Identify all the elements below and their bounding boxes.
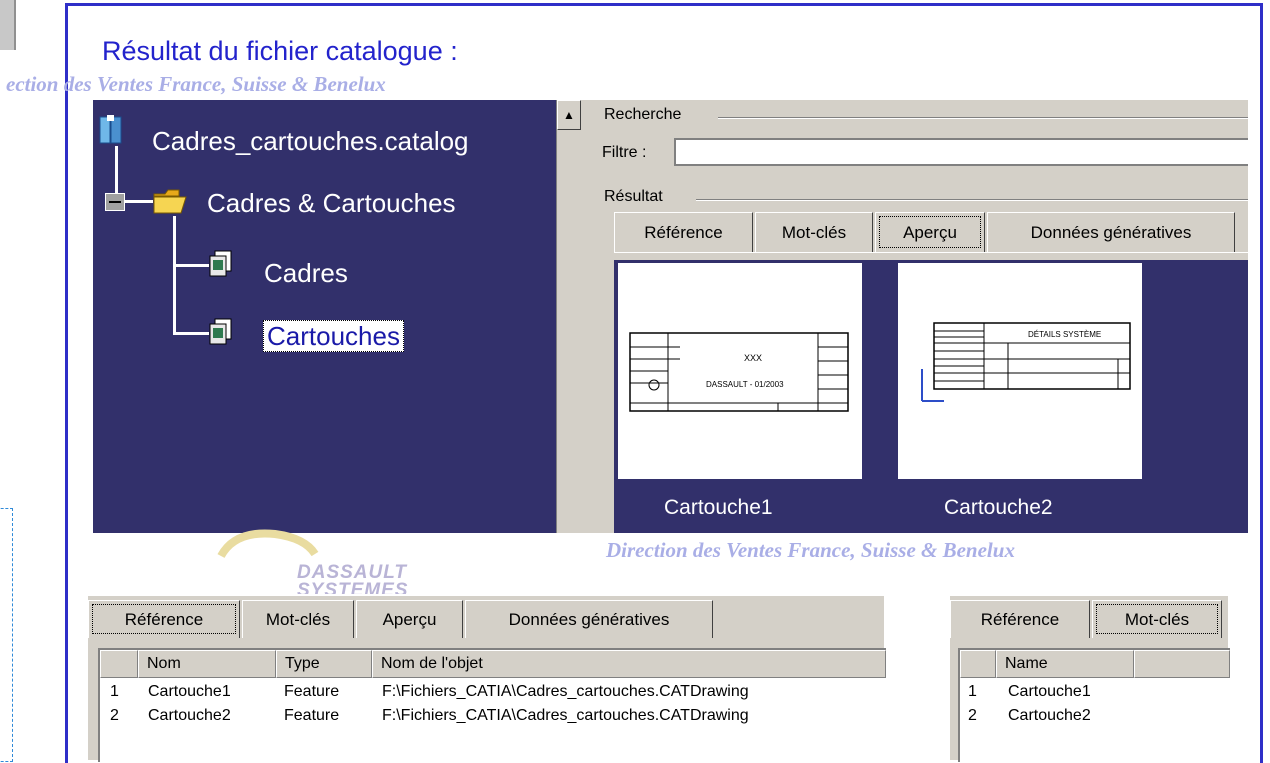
thumb1-title-text: XXX xyxy=(744,353,762,363)
column-header-type[interactable]: Type xyxy=(276,650,372,678)
tab-donnees-generatives[interactable]: Données génératives xyxy=(987,212,1235,252)
table-row[interactable]: 1 Cartouche1 Feature F:\Fichiers_CATIA\C… xyxy=(100,681,886,703)
tree-connector xyxy=(173,216,176,334)
tree-family-cadres[interactable]: Cadres xyxy=(264,258,348,289)
keywords-table-panel: Référence Mot-clés Name 1 Cartouche1 2 C… xyxy=(950,596,1230,762)
reference-table-panel: Référence Mot-clés Aperçu Données généra… xyxy=(88,596,886,762)
scroll-up-arrow-icon[interactable]: ▲ xyxy=(557,100,581,130)
tree-connector xyxy=(173,332,209,335)
tab-mot-cles[interactable]: Mot-clés xyxy=(755,212,873,252)
title-block-drawing-1: XXX DASSAULT - 01/2003 xyxy=(629,332,849,412)
filter-input[interactable] xyxy=(674,138,1248,166)
table-row[interactable]: 2 Cartouche2 xyxy=(960,705,1230,727)
family-icon xyxy=(209,318,232,345)
bottom-right-tabs: Référence Mot-clés xyxy=(950,600,1224,638)
preview-label-2: Cartouche2 xyxy=(944,496,1053,519)
row-type: Feature xyxy=(284,683,340,700)
tree-chapter-label[interactable]: Cadres & Cartouches xyxy=(207,188,456,219)
group-divider xyxy=(718,117,1248,119)
search-result-panel: Recherche Filtre : Résultat Référence Mo… xyxy=(598,100,1248,533)
preview-label-1: Cartouche1 xyxy=(664,496,773,519)
tree-family-cartouches[interactable]: Cartouches xyxy=(263,320,404,352)
tab-donnees-generatives[interactable]: Données génératives xyxy=(465,600,713,638)
column-header-name[interactable]: Name xyxy=(996,650,1134,678)
tab-reference[interactable]: Référence xyxy=(950,600,1090,638)
preview-thumbnail-1[interactable]: XXX DASSAULT - 01/2003 xyxy=(618,263,862,479)
title-block-drawing-2: DÉTAILS SYSTÈME xyxy=(921,322,1131,402)
row-index: 1 xyxy=(110,683,119,700)
tree-root-label[interactable]: Cadres_cartouches.catalog xyxy=(152,126,469,157)
tab-apercu[interactable]: Aperçu xyxy=(875,212,985,252)
row-index: 2 xyxy=(968,707,977,724)
filter-label: Filtre : xyxy=(602,144,647,161)
tab-apercu[interactable]: Aperçu xyxy=(356,600,463,638)
table-row[interactable]: 1 Cartouche1 xyxy=(960,681,1230,703)
thumb2-title-text: DÉTAILS SYSTÈME xyxy=(1028,330,1101,339)
search-group-label: Recherche xyxy=(604,106,682,123)
row-name: Cartouche1 xyxy=(1008,683,1091,700)
dashed-box-edge xyxy=(0,508,13,762)
previous-slide-edge xyxy=(0,0,16,50)
column-header-nom-objet[interactable]: Nom de l'objet xyxy=(372,650,886,678)
tab-mot-cles[interactable]: Mot-clés xyxy=(242,600,354,638)
tree-scrollbar[interactable]: ▲ xyxy=(556,100,583,533)
row-nom: Cartouche1 xyxy=(148,683,231,700)
tree-connector xyxy=(115,146,118,200)
reference-table: Nom Type Nom de l'objet 1 Cartouche1 Fea… xyxy=(98,648,886,762)
slide-title: Résultat du fichier catalogue : xyxy=(102,36,458,66)
catalog-tree-panel: Cadres_cartouches.catalog Cadres & Carto… xyxy=(93,100,556,533)
tab-reference[interactable]: Référence xyxy=(614,212,753,252)
watermark-middle: Direction des Ventes France, Suisse & Be… xyxy=(606,538,1015,562)
bottom-left-tabs: Référence Mot-clés Aperçu Données généra… xyxy=(88,600,715,638)
column-header-nom[interactable]: Nom xyxy=(138,650,276,678)
collapse-toggle-icon[interactable] xyxy=(105,193,125,211)
column-header-empty[interactable] xyxy=(1134,650,1230,678)
catalog-book-icon xyxy=(99,115,122,144)
family-icon xyxy=(209,250,232,277)
tab-mot-cles[interactable]: Mot-clés xyxy=(1092,600,1222,638)
group-divider xyxy=(696,199,1248,201)
row-type: Feature xyxy=(284,707,340,724)
keywords-table: Name 1 Cartouche1 2 Cartouche2 xyxy=(958,648,1230,762)
row-objet: F:\Fichiers_CATIA\Cadres_cartouches.CATD… xyxy=(382,707,749,724)
preview-thumbnail-2[interactable]: DÉTAILS SYSTÈME xyxy=(898,263,1142,479)
ds-logo-icon xyxy=(217,529,319,559)
row-name: Cartouche2 xyxy=(1008,707,1091,724)
result-group-label: Résultat xyxy=(604,188,663,205)
tree-connector xyxy=(173,264,209,267)
tab-reference[interactable]: Référence xyxy=(88,600,240,638)
watermark-top: ection des Ventes France, Suisse & Benel… xyxy=(6,72,386,96)
row-index: 1 xyxy=(968,683,977,700)
row-objet: F:\Fichiers_CATIA\Cadres_cartouches.CATD… xyxy=(382,683,749,700)
column-header-index xyxy=(960,650,996,678)
selected-family-label[interactable]: Cartouches xyxy=(263,320,404,352)
dassault-logo xyxy=(215,528,325,559)
column-header-index xyxy=(100,650,138,678)
result-tabs: Référence Mot-clés Aperçu Données généra… xyxy=(614,212,1237,252)
thumb1-subtitle-text: DASSAULT - 01/2003 xyxy=(706,380,784,389)
row-index: 2 xyxy=(110,707,119,724)
table-row[interactable]: 2 Cartouche2 Feature F:\Fichiers_CATIA\C… xyxy=(100,705,886,727)
preview-area: XXX DASSAULT - 01/2003 Cartouche1 DÉTAIL… xyxy=(614,260,1248,533)
open-folder-icon xyxy=(153,189,187,214)
row-nom: Cartouche2 xyxy=(148,707,231,724)
logo-text-systemes: SYSTEMES xyxy=(297,580,409,594)
